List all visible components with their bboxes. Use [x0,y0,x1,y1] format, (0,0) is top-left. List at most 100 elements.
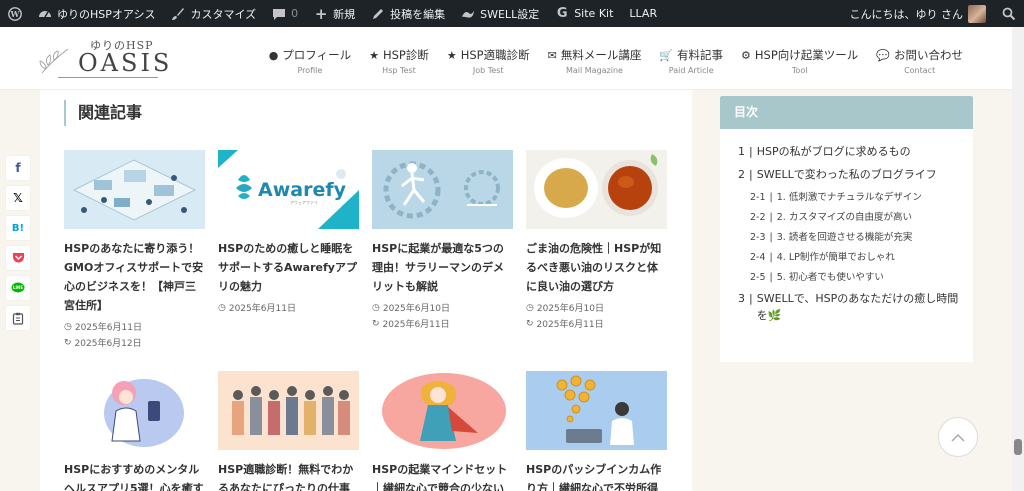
woman-app-illustration [64,371,205,450]
toc-subitem[interactable]: 2-3 | 3. 読者を回遊させる機能が充実 [738,229,959,246]
toc-subitem[interactable]: 2-2 | 2. カスタマイズの自由度が高い [738,209,959,226]
clock-icon: ◷ [372,302,380,313]
related-post-card[interactable]: HSPのあなたに寄り添う！GMOオフィスサポートで安心のビジネスを！【神戸三宮住… [64,150,205,349]
post-title: HSPの起業マインドセット｜繊細な心で競合の少ない [372,463,508,491]
customize-link[interactable]: カスタマイズ [163,0,264,27]
customize-label: カスタマイズ [190,7,257,21]
x-icon: 𝕏 [13,191,23,205]
toc-label: 1. 低刺激でナチュラルなデザイン [776,192,922,203]
comments-count: 0 [291,7,299,20]
toc-title: 目次 [720,96,973,129]
line-share-button[interactable]: LINE [6,276,30,300]
post-thumbnail[interactable] [64,371,205,450]
post-thumbnail[interactable] [526,371,667,450]
related-posts-title: 関連記事 [64,100,142,126]
refresh-icon: ↻ [526,318,534,329]
nav-item-contact[interactable]: 💬 お問い合わせ Contact [867,47,972,75]
post-thumbnail[interactable] [64,150,205,229]
edit-post-link[interactable]: 投稿を編集 [363,0,453,27]
llar-label: LLAR [629,7,658,20]
nav-item-mail-magazine[interactable]: ✉ 無料メール講座 Mail Magazine [539,47,651,75]
search-button[interactable] [994,0,1024,27]
post-date: ◷ 2025年6月10日 [526,301,667,315]
toc-item[interactable]: 3 | SWELLで、HSPのあなただけの癒し時間を🌿 [738,290,959,324]
x-share-button[interactable]: 𝕏 [6,186,30,210]
nav-label: HSP向け起業ツール [754,48,859,62]
greeting-label: こんにちは、ゆり さん [849,7,964,21]
post-title: HSP適職診断！無料でわかるあなたにぴったりの仕事 [218,463,354,491]
comments-link[interactable]: 0 [264,0,306,27]
mail-icon: ✉ [547,48,557,62]
account-menu[interactable]: こんにちは、ゆり さん [842,0,995,27]
toc-subitem[interactable]: 2-4 | 4. LP制作が簡単でおしゃれ [738,249,959,266]
table-of-contents: 目次 1 | HSPの私がブログに求めるもの 2 | SWELLで変わった私のブログライ… [720,96,973,362]
star-icon: ★ [369,48,379,62]
related-post-card[interactable]: HSP適職診断！無料でわかるあなたにぴったりの仕事 [218,371,359,491]
post-thumbnail[interactable] [372,371,513,450]
refresh-icon: ↻ [372,318,380,329]
facebook-share-button[interactable]: f [6,156,30,180]
scrollbar-thumb[interactable] [1014,439,1022,455]
new-content-menu[interactable]: + 新規 [306,0,363,27]
toc-item[interactable]: 1 | HSPの私がブログに求めるもの [738,143,959,160]
clock-icon: ◷ [218,302,226,313]
swell-settings-link[interactable]: SWELL設定 [453,0,547,27]
related-post-card[interactable]: HSPに起業が最適な5つの理由！サラリーマンのデメリットも解説 ◷ 2025年6月… [372,150,513,349]
svg-text:LINE: LINE [13,285,23,290]
nav-sub: Paid Article [668,66,714,75]
related-post-card[interactable]: HSPにおすすめのメンタルヘルスアプリ5選！心を癒す [64,371,205,491]
page-scrollbar[interactable] [1012,27,1024,491]
toc-num: 2-1 [750,192,766,203]
copy-url-button[interactable] [6,306,30,330]
nav-item-hsp-test[interactable]: ★ HSP診断 Hsp Test [360,47,438,75]
toc-num: 2-4 [750,252,766,263]
runner-gears-illustration [372,150,513,229]
nav-item-job-test[interactable]: ★ HSP適職診断 Job Test [438,47,539,75]
site-header: ゆりのHSP OASIS ● プロフィール Profile ★ HSP診断 Hsp … [0,27,1012,90]
leaf-icon [39,48,69,74]
toc-label: 3. 読者を回遊させる機能が充実 [776,232,913,243]
nav-sub: Hsp Test [382,66,416,75]
main-content: 関連記事 HSPのあなたに寄り添う！GMOオフィスサポートで安心のビジネスを！【… [40,90,692,491]
toc-sep: | [749,292,753,305]
hatena-share-button[interactable]: B! [6,216,30,240]
nav-item-tool[interactable]: ⚙ HSP向け起業ツール Tool [732,47,867,75]
nav-item-profile[interactable]: ● プロフィール Profile [260,47,360,75]
nav-item-paid-article[interactable]: 🛒 有料記事 Paid Article [650,47,732,75]
svg-text:W: W [10,9,21,19]
nav-label: 無料メール講座 [560,48,642,62]
toc-subitem[interactable]: 2-5 | 5. 初心者でも使いやすい [738,269,959,286]
toc-sep: | [769,272,773,283]
site-name-menu[interactable]: ゆりのHSPオアシス [30,0,163,27]
post-thumbnail[interactable] [372,150,513,229]
post-thumbnail[interactable] [218,371,359,450]
nav-label: 有料記事 [677,48,724,62]
related-post-card[interactable]: ごま油の危険性｜HSPが知るべき悪い油のリスクと体に良い油の選び方 ◷ 2025年… [526,150,667,349]
toc-label: 4. LP制作が簡単でおしゃれ [776,252,895,263]
toc-sep: | [769,212,773,223]
wp-logo-menu[interactable]: W [0,0,30,27]
related-post-card[interactable]: HSPのパッシブインカム作り方｜繊細な心で不労所得 [526,371,667,491]
related-post-card[interactable]: Awarefy アウェアファイ HSPのための癒しと睡眠をサポートするAware… [218,150,359,349]
facebook-icon: f [15,161,21,175]
pocket-share-button[interactable] [6,246,30,270]
post-title: HSPのための癒しと睡眠をサポートするAwarefyアプリの魅力 [218,242,357,293]
toc-subitem[interactable]: 2-1 | 1. 低刺激でナチュラルなデザイン [738,189,959,206]
edit-post-label: 投稿を編集 [390,7,446,21]
global-nav: ● プロフィール Profile ★ HSP診断 Hsp Test ★ HSP適職診断… [260,47,972,75]
avatar [968,4,986,23]
post-thumbnail[interactable]: Awarefy アウェアファイ [218,150,359,229]
toc-num: 2-5 [750,272,766,283]
llar-link[interactable]: LLAR [621,0,665,27]
nav-sub: Profile [297,66,323,75]
related-posts-grid: HSPのあなたに寄り添う！GMOオフィスサポートで安心のビジネスを！【神戸三宮住… [64,150,668,491]
sitekit-link[interactable]: G Site Kit [547,0,621,27]
updated-date-row: ↻ 2025年6月12日 [64,336,205,350]
scroll-to-top-button[interactable] [938,417,978,457]
posted-date: 2025年6月11日 [228,304,296,314]
post-thumbnail[interactable] [526,150,667,229]
toc-item[interactable]: 2 | SWELLで変わった私のブログライフ [738,166,959,183]
toc-label: HSPの私がブログに求めるもの [756,145,911,158]
related-post-card[interactable]: HSPの起業マインドセット｜繊細な心で競合の少ない [372,371,513,491]
site-logo[interactable]: ゆりのHSP OASIS [38,37,169,81]
